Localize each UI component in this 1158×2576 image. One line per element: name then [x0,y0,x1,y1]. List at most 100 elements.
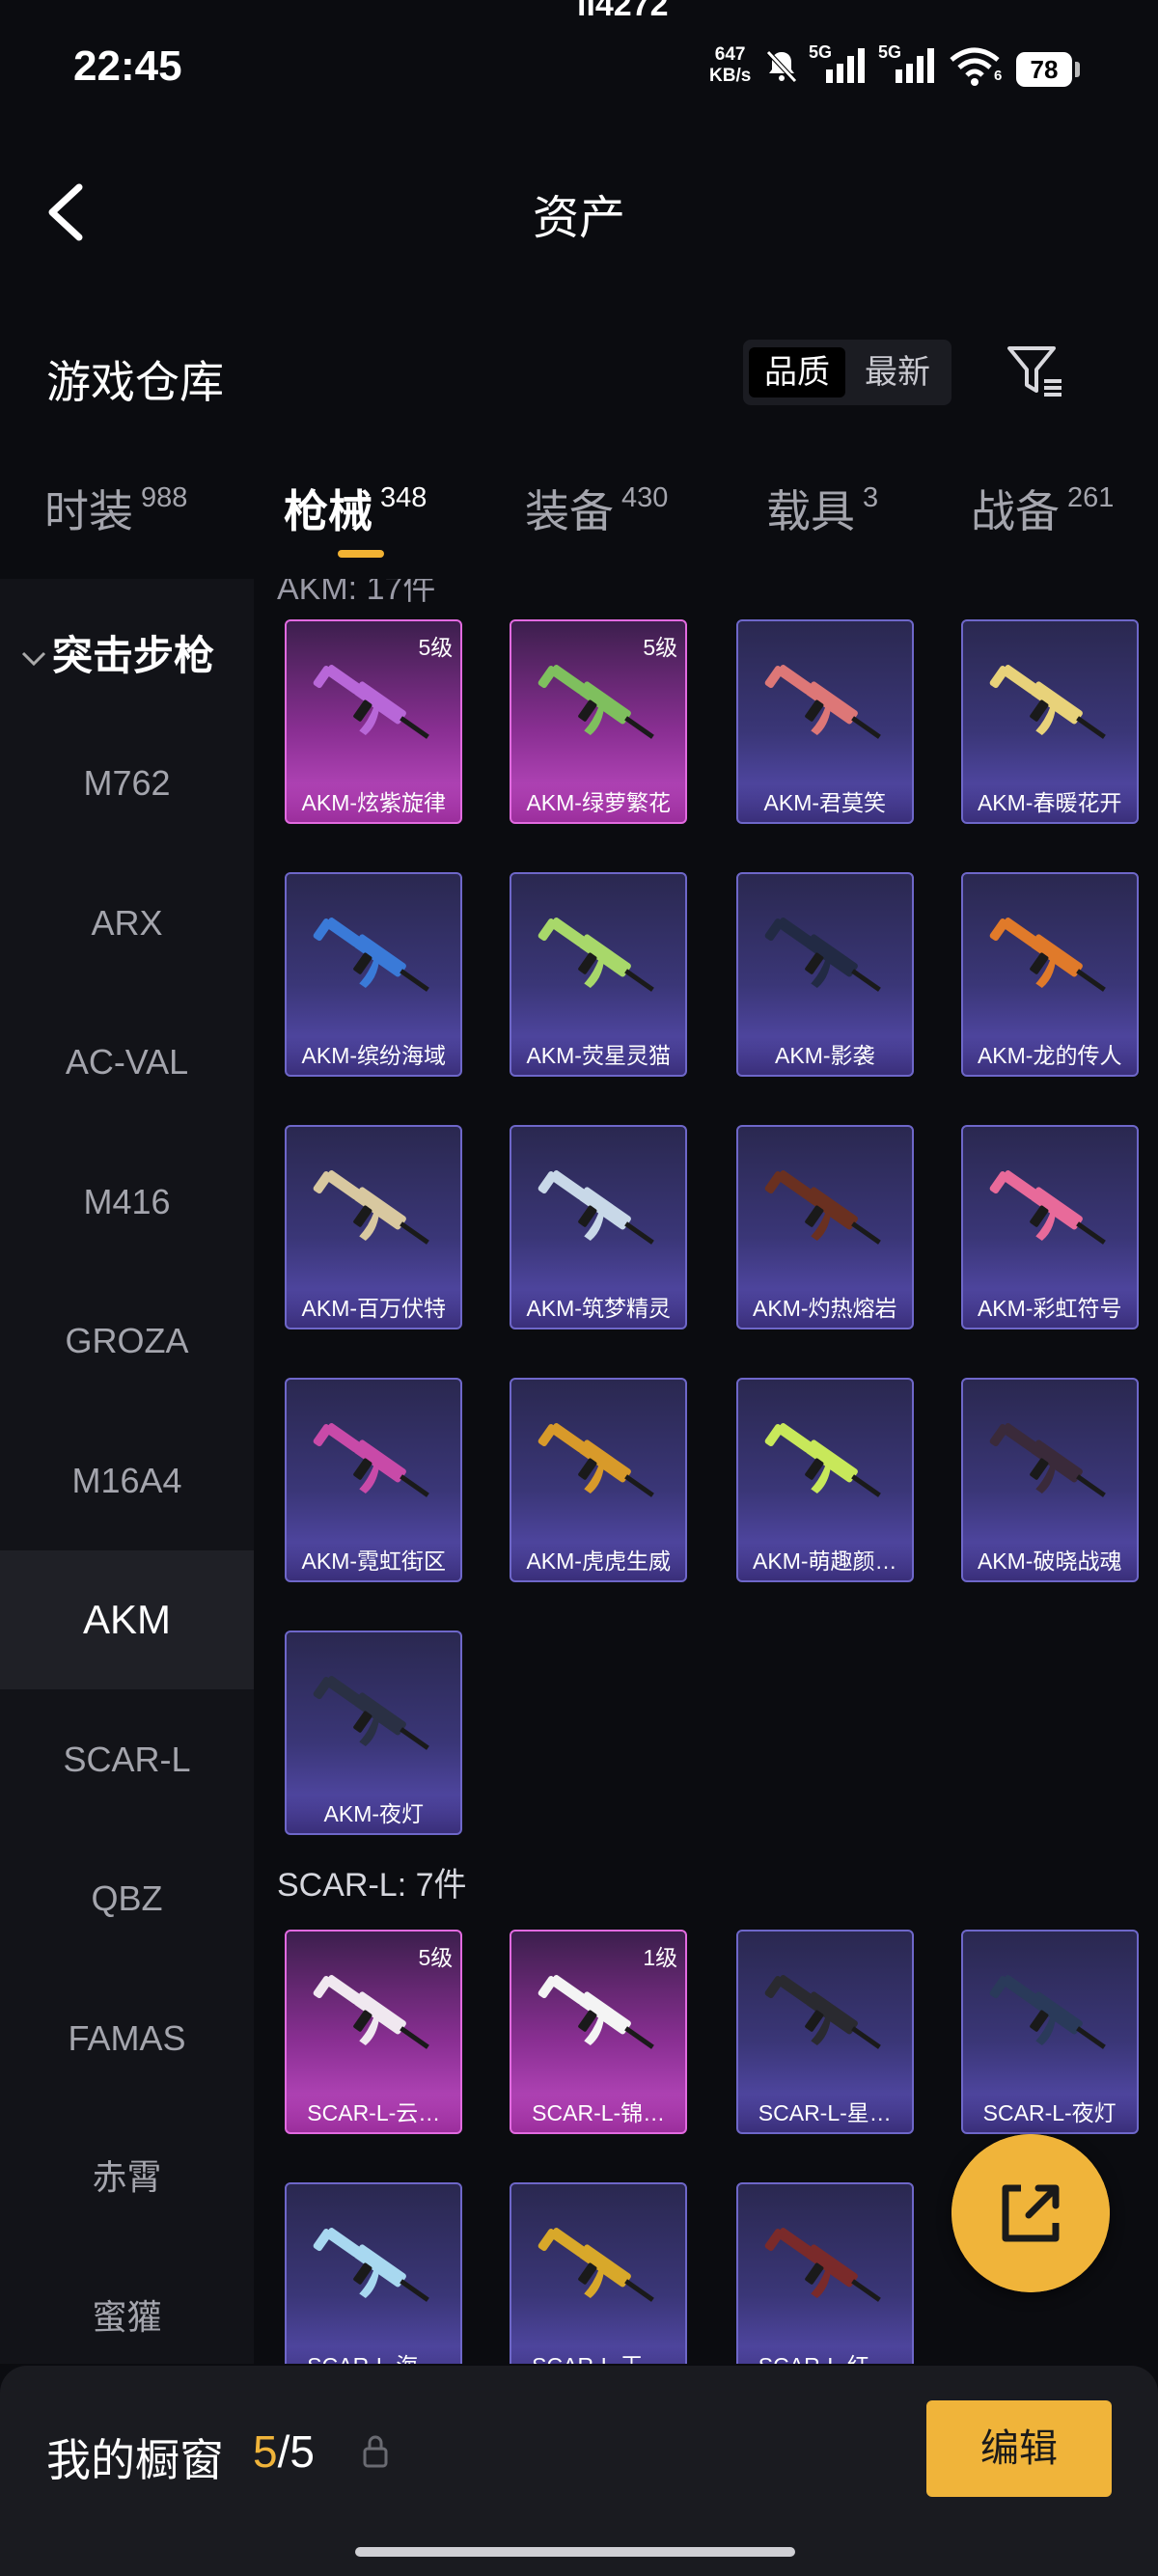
akm-skin-card[interactable]: AKM-春暖花开 [960,619,1139,824]
scar-l-skin-card[interactable]: SCAR-L-红… [735,2182,914,2364]
sidebar-item-arx[interactable]: ARX [0,854,254,993]
sidebar-item-scar-l[interactable]: SCAR-L [0,1690,254,1829]
chevron-down-icon [21,651,46,667]
akm-skin-card[interactable]: AKM-破晓战魂 [960,1378,1139,1582]
weapon-skin-icon [764,1423,881,1497]
sidebar-item-akm[interactable]: AKM [0,1550,254,1689]
sidebar-item-famas[interactable]: FAMAS [0,1969,254,2108]
skin-level-badge: 5级 [418,1945,454,1970]
sidebar-category-assault-rifle[interactable]: 突击步枪 [19,623,214,682]
filter-icon[interactable] [1004,343,1067,400]
weapon-skin-icon [313,918,430,992]
weapon-skin-icon [764,2228,881,2302]
akm-skin-card[interactable]: AKM-筑梦精灵 [510,1125,688,1329]
sort-newest-button[interactable]: 最新 [849,347,946,397]
scar-l-skin-card[interactable]: SCAR-L-海… [285,2182,463,2364]
home-indicator [355,2547,795,2557]
sidebar-item-qbz[interactable]: QBZ [0,1829,254,1968]
cellular-signal-icon [826,48,865,83]
sidebar-item-ac-val[interactable]: AC-VAL [0,993,254,1132]
skin-name-label: AKM-灼热熔岩 [737,1289,912,1328]
weapon-skin-icon [989,1170,1106,1245]
sort-toggle: 品质 最新 [743,340,951,405]
tab-combat-gear[interactable]: 战备 261 [971,477,1114,540]
akm-skin-card[interactable]: 5级 AKM-绿萝繁花 [510,619,688,824]
network-speed: 647 KB/s [709,44,752,86]
mute-bell-icon [766,50,797,83]
skin-level-badge: 5级 [418,635,454,660]
cellular-signal-icon [896,48,934,83]
akm-skin-card[interactable]: AKM-夜灯 [285,1631,463,1835]
skin-name-label: AKM-夜灯 [287,1795,461,1833]
wifi-label: 6 [994,68,1003,84]
weapon-skin-icon [313,1423,430,1497]
skin-name-label: AKM-虎虎生威 [511,1542,686,1580]
akm-skin-card[interactable]: AKM-龙的传人 [960,872,1139,1077]
showcase-label: 我的橱窗 [46,2435,224,2485]
weapon-skin-icon [538,1975,655,2049]
status-notification-text: ll4272 [577,0,669,23]
akm-skin-card[interactable]: AKM-百万伏特 [285,1125,463,1329]
weapon-skin-icon [538,918,655,992]
weapon-grid: AKM: 17件 5级 AKM-炫紫旋律 5级 AKM-绿萝繁花 AKM-君莫笑 AKM-… [254,579,1158,2364]
weapon-skin-icon [764,1170,881,1245]
sidebar-item-m762[interactable]: M762 [0,714,254,853]
skin-name-label: SCAR-L-海… [287,2346,461,2364]
skin-name-label: AKM-炫紫旋律 [287,783,461,822]
akm-skin-card[interactable]: AKM-萌趣颜… [735,1378,914,1582]
akm-skin-card[interactable]: AKM-君莫笑 [735,619,914,824]
skin-name-label: AKM-彩虹符号 [962,1289,1137,1328]
skin-name-label: AKM-霓虹街区 [287,1542,461,1580]
weapon-skin-icon [313,1676,430,1750]
sidebar-item-groza[interactable]: GROZA [0,1272,254,1411]
skin-level-badge: 5级 [643,635,678,660]
lock-icon [363,2435,388,2468]
akm-skin-card[interactable]: AKM-荧星灵猫 [510,872,688,1077]
akm-skin-card[interactable]: 5级 AKM-炫紫旋律 [285,619,463,824]
battery-indicator: 78 [1016,52,1080,87]
skin-name-label: AKM-君莫笑 [737,783,912,822]
scar-l-skin-card[interactable]: SCAR-L-玉… [510,2182,688,2364]
scar-l-skin-card[interactable]: 5级 SCAR-L-云… [285,1930,463,2134]
akm-skin-card[interactable]: AKM-彩虹符号 [960,1125,1139,1329]
warehouse-title: 游戏仓库 [46,357,224,407]
weapon-skin-icon [538,1170,655,1245]
weapon-skin-icon [538,665,655,739]
akm-skin-card[interactable]: AKM-缤纷海域 [285,872,463,1077]
showcase-count: 5/5 [253,2426,315,2477]
skin-name-label: AKM-春暖花开 [962,783,1137,822]
weapon-skin-icon [538,2228,655,2302]
scar-l-skin-card[interactable]: SCAR-L-星… [735,1930,914,2134]
skin-name-label: AKM-绿萝繁花 [511,783,686,822]
skin-name-label: SCAR-L-云… [287,2094,461,2132]
sidebar-item-m16a4[interactable]: M16A4 [0,1411,254,1550]
skin-level-badge: 1级 [643,1945,678,1970]
akm-skin-card[interactable]: AKM-灼热熔岩 [735,1125,914,1329]
tab-weapons[interactable]: 枪械 348 [284,477,427,540]
scar-l-skin-card[interactable]: SCAR-L-夜灯 [960,1930,1139,2134]
skin-name-label: AKM-百万伏特 [287,1289,461,1328]
weapon-skin-icon [538,1423,655,1497]
skin-name-label: AKM-缤纷海域 [287,1036,461,1075]
akm-skin-card[interactable]: AKM-霓虹街区 [285,1378,463,1582]
edit-button[interactable]: 编辑 [926,2400,1112,2497]
weapon-skin-icon [313,1975,430,2049]
scar-l-skin-card[interactable]: 1级 SCAR-L-锦… [510,1930,688,2134]
tab-fashion[interactable]: 时装 988 [44,477,187,540]
skin-name-label: AKM-筑梦精灵 [511,1289,686,1328]
sort-quality-button[interactable]: 品质 [749,347,845,397]
weapon-skin-icon [764,665,881,739]
tab-vehicles[interactable]: 载具 3 [766,477,878,540]
section-title-scar-l: SCAR-L: 7件 [277,1867,467,1904]
weapon-skin-icon [989,1975,1106,2049]
weapon-skin-icon [989,918,1106,992]
akm-skin-card[interactable]: AKM-虎虎生威 [510,1378,688,1582]
sidebar-item-赤霄[interactable]: 赤霄 [0,2108,254,2247]
akm-skin-card[interactable]: AKM-影袭 [735,872,914,1077]
skin-name-label: SCAR-L-红… [737,2346,912,2364]
sidebar-item-m416[interactable]: M416 [0,1133,254,1272]
weapon-skin-icon [989,665,1106,739]
skin-name-label: SCAR-L-夜灯 [962,2094,1137,2132]
share-button[interactable] [951,2134,1110,2292]
tab-equipment[interactable]: 装备 430 [525,477,668,540]
